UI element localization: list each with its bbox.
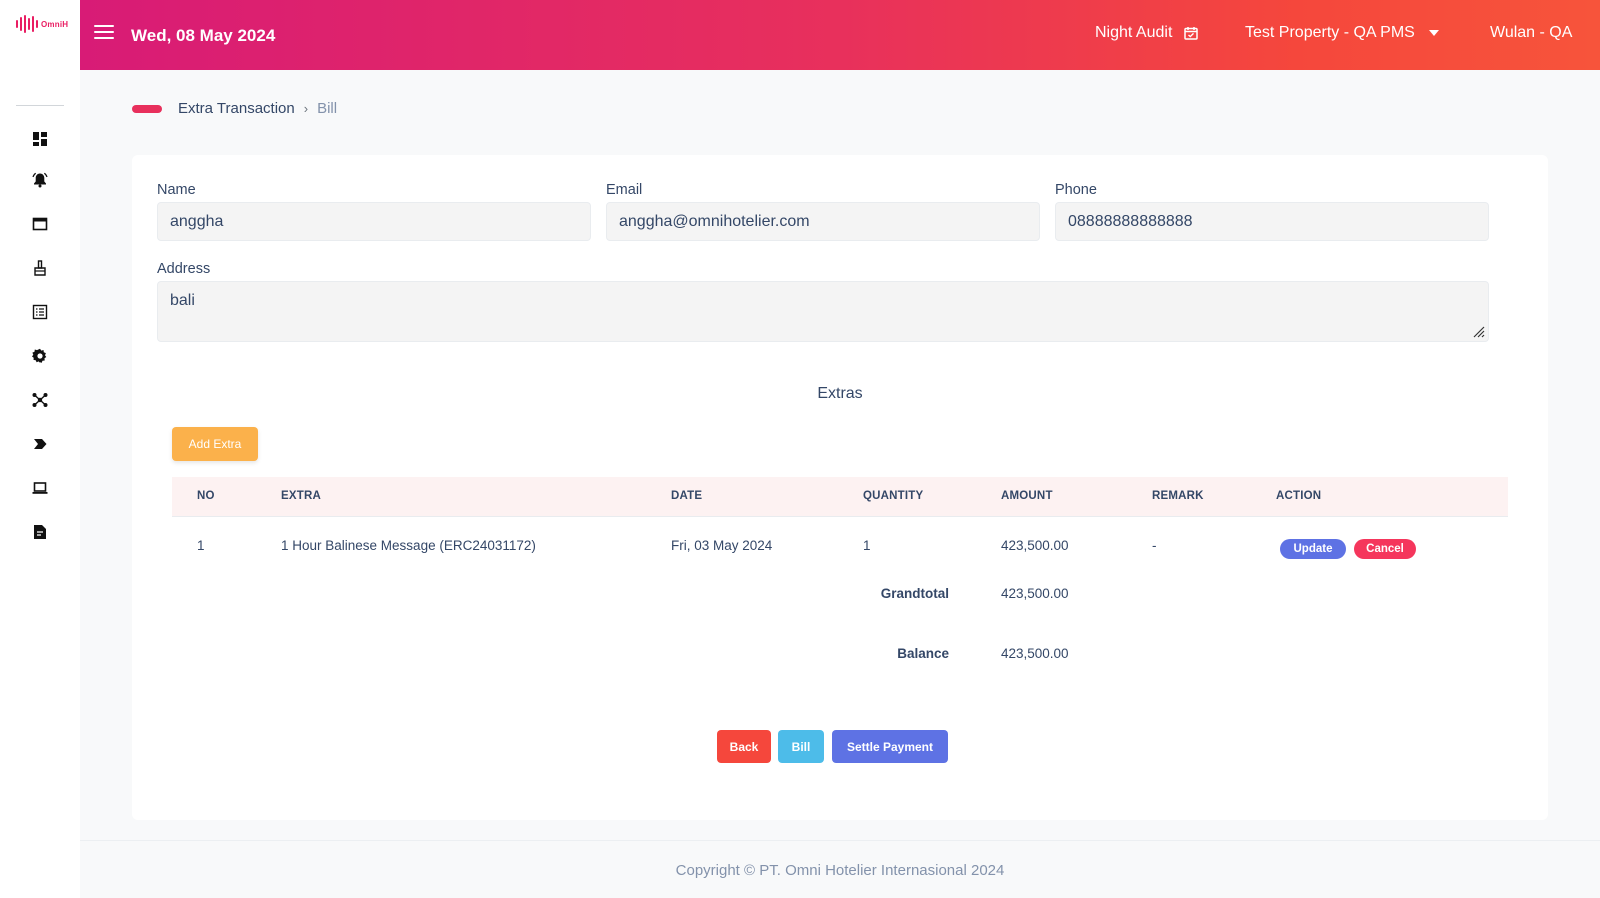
cell-amount: 423,500.00 (1001, 538, 1069, 553)
bill-button[interactable]: Bill (778, 730, 824, 763)
address-value: bali (170, 292, 195, 309)
column-header-action: ACTION (1276, 490, 1322, 502)
calendar-check-icon (1184, 27, 1199, 40)
current-date: Wed, 08 May 2024 (131, 26, 276, 45)
sidebar: OmniH (0, 0, 80, 898)
add-extra-button[interactable]: Add Extra (172, 427, 258, 461)
email-label: Email (606, 182, 643, 198)
extras-title: Extras (817, 385, 863, 402)
breadcrumb-current: Bill (317, 100, 338, 117)
logo-text: OmniH (41, 19, 69, 29)
column-header-date: DATE (671, 490, 703, 502)
cell-quantity: 1 (863, 538, 871, 553)
cleaning-icon[interactable] (31, 259, 49, 277)
grandtotal-value: 423,500.00 (1001, 586, 1069, 601)
cell-remark: - (1152, 538, 1157, 553)
night-audit-label: Night Audit (1095, 24, 1173, 41)
phone-label: Phone (1055, 182, 1097, 198)
top-bar: Wed, 08 May 2024 Night Audit Test Proper… (80, 0, 1600, 70)
window-icon[interactable] (31, 215, 49, 233)
name-label: Name (157, 182, 196, 198)
table-row: 1 1 Hour Balinese Message (ERC24031172) … (172, 523, 1508, 569)
resize-handle-icon[interactable] (1471, 324, 1485, 338)
address-textarea[interactable]: bali (157, 281, 1489, 342)
breadcrumb-parent-link[interactable]: Extra Transaction (178, 100, 295, 117)
settings-icon[interactable] (31, 347, 49, 365)
name-field[interactable]: anggha (157, 202, 591, 241)
night-audit-button[interactable]: Night Audit (1095, 24, 1199, 42)
bell-icon[interactable] (31, 171, 49, 189)
cell-extra: 1 Hour Balinese Message (ERC24031172) (281, 538, 536, 553)
email-field[interactable]: anggha@omnihotelier.com (606, 202, 1040, 241)
back-button[interactable]: Back (717, 730, 771, 763)
hamburger-menu-icon[interactable] (94, 25, 114, 41)
phone-field[interactable]: 08888888888888 (1055, 202, 1489, 241)
breadcrumb-accent-pill (132, 104, 162, 113)
chevron-right-icon: › (303, 101, 309, 116)
balance-value: 423,500.00 (1001, 646, 1069, 661)
property-selector[interactable]: Test Property - QA PMS (1245, 24, 1439, 42)
sidebar-divider (16, 105, 64, 106)
cell-date: Fri, 03 May 2024 (671, 538, 773, 553)
update-button[interactable]: Update (1280, 539, 1346, 559)
omnih-logo[interactable]: OmniH (16, 14, 69, 34)
report-icon[interactable] (31, 523, 49, 541)
column-header-no: NO (197, 490, 215, 502)
footer-divider (80, 840, 1600, 841)
caret-down-icon (1428, 30, 1439, 36)
address-label: Address (157, 261, 211, 277)
property-label: Test Property - QA PMS (1245, 24, 1415, 41)
balance-label: Balance (897, 646, 949, 661)
bill-card: Name anggha Email anggha@omnihotelier.co… (132, 155, 1548, 820)
tag-icon[interactable] (31, 435, 49, 453)
cancel-button[interactable]: Cancel (1354, 539, 1416, 559)
logo-mark (16, 15, 38, 33)
grandtotal-label: Grandtotal (880, 586, 949, 601)
list-icon[interactable] (31, 303, 49, 321)
breadcrumb: Extra Transaction › Bill (132, 100, 337, 117)
footer-copyright: Copyright © PT. Omni Hotelier Internasio… (675, 862, 1005, 879)
integration-icon[interactable] (31, 391, 49, 409)
laptop-icon[interactable] (31, 479, 49, 497)
dashboard-icon[interactable] (31, 130, 49, 148)
column-header-amount: AMOUNT (1001, 490, 1053, 502)
extras-table-header: NO EXTRA DATE QUANTITY AMOUNT REMARK ACT… (172, 477, 1508, 517)
cell-no: 1 (197, 538, 205, 553)
column-header-quantity: QUANTITY (863, 490, 924, 502)
column-header-extra: EXTRA (281, 490, 321, 502)
user-menu[interactable]: Wulan - QA (1490, 24, 1572, 42)
settle-payment-button[interactable]: Settle Payment (832, 730, 948, 763)
column-header-remark: REMARK (1152, 490, 1204, 502)
